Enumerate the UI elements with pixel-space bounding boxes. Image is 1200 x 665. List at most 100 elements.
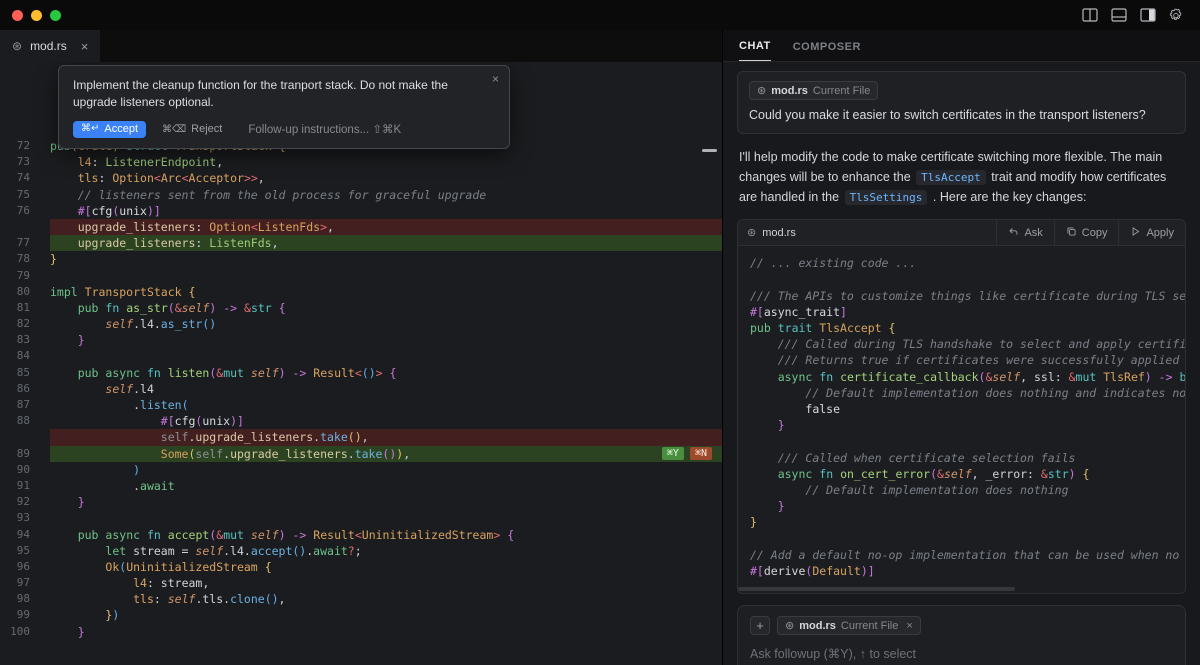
line-number: 98 bbox=[0, 591, 50, 607]
chat-code-block: ⊛ mod.rs AskCopyApply // ... existing co… bbox=[737, 219, 1186, 594]
line-number: 80 bbox=[0, 284, 50, 300]
chat-conversation[interactable]: ⊛ mod.rs Current File Could you make it … bbox=[723, 62, 1200, 665]
code-line: 74 tls: Option<Arc<Acceptor>>, bbox=[0, 170, 722, 186]
hscrollbar-thumb[interactable] bbox=[738, 587, 1015, 591]
line-number bbox=[0, 219, 50, 235]
editor-scrollbar-thumb[interactable] bbox=[702, 149, 717, 152]
chat-input-field[interactable]: Ask followup (⌘Y), ↑ to select bbox=[750, 646, 1173, 661]
chip-filename: mod.rs bbox=[771, 85, 808, 97]
app-window: ⊛ mod.rs × × Implement the cleanup funct… bbox=[0, 0, 1200, 665]
code-line: 94 pub async fn accept(&mut self) -> Res… bbox=[0, 527, 722, 543]
editor-code: 72pub(crate) struct TransportStack {73 l… bbox=[0, 138, 722, 640]
code-line: 97 l4: stream, bbox=[0, 575, 722, 591]
code-block-line: // Add a default no-op implementation th… bbox=[750, 547, 1173, 563]
line-number: 83 bbox=[0, 332, 50, 348]
code-block-line: } bbox=[750, 498, 1173, 514]
code-line: 83 } bbox=[0, 332, 722, 348]
code-editor[interactable]: × Implement the cleanup function for the… bbox=[0, 62, 722, 665]
ask-icon bbox=[1008, 226, 1019, 240]
input-current-file-chip[interactable]: ⊛ mod.rs Current File × bbox=[777, 616, 921, 635]
chip-close-icon[interactable]: × bbox=[906, 620, 912, 632]
accept-button[interactable]: ⌘↵ Accept bbox=[73, 121, 146, 138]
diff-accept-badge[interactable]: ⌘Y bbox=[662, 447, 684, 460]
prompt-close-icon[interactable]: × bbox=[492, 72, 499, 86]
code-line: 84 bbox=[0, 348, 722, 364]
user-message: ⊛ mod.rs Current File Could you make it … bbox=[737, 71, 1186, 134]
copy-icon bbox=[1066, 226, 1077, 240]
ask-button[interactable]: Ask bbox=[996, 220, 1053, 245]
copy-button[interactable]: Copy bbox=[1054, 220, 1119, 245]
line-number: 96 bbox=[0, 559, 50, 575]
code-block-line bbox=[750, 530, 1173, 546]
code-line: 80impl TransportStack { bbox=[0, 284, 722, 300]
action-label: Apply bbox=[1146, 227, 1174, 239]
diff-reject-badge[interactable]: ⌘N bbox=[690, 447, 712, 460]
code-line: 81 pub fn as_str(&self) -> &str { bbox=[0, 300, 722, 316]
close-window-button[interactable] bbox=[12, 10, 23, 21]
chat-input-box: + ⊛ mod.rs Current File × Ask followup (… bbox=[737, 605, 1186, 665]
chip-note: Current File bbox=[813, 85, 870, 97]
line-number: 93 bbox=[0, 510, 50, 526]
code-block-line bbox=[750, 271, 1173, 287]
line-number: 84 bbox=[0, 348, 50, 364]
code-block-header: ⊛ mod.rs AskCopyApply bbox=[738, 220, 1185, 246]
code-block-file-label: mod.rs bbox=[762, 227, 796, 239]
chat-tabs: CHAT COMPOSER bbox=[723, 30, 1200, 62]
add-context-button[interactable]: + bbox=[750, 616, 770, 635]
line-number: 100 bbox=[0, 624, 50, 640]
split-editor-icon[interactable] bbox=[1082, 8, 1098, 22]
editor-tab-bar: ⊛ mod.rs × bbox=[0, 30, 722, 62]
code-block-hscrollbar bbox=[738, 585, 1185, 593]
code-line-removed: self.upgrade_listeners.take(), bbox=[0, 429, 722, 445]
current-file-chip[interactable]: ⊛ mod.rs Current File bbox=[749, 81, 878, 100]
code-line: 85 pub async fn listen(&mut self) -> Res… bbox=[0, 365, 722, 381]
code-line: 99 }) bbox=[0, 607, 722, 623]
tab-close-icon[interactable]: × bbox=[81, 39, 89, 54]
reject-button[interactable]: ⌘⌫ Reject bbox=[162, 123, 222, 135]
line-number: 76 bbox=[0, 203, 50, 219]
accept-label: Accept bbox=[104, 123, 138, 135]
code-block-line: /// Called during TLS handshake to selec… bbox=[750, 336, 1173, 352]
apply-icon bbox=[1130, 226, 1141, 240]
toggle-sidebar-icon[interactable] bbox=[1140, 8, 1156, 22]
editor-pane: ⊛ mod.rs × × Implement the cleanup funct… bbox=[0, 30, 723, 665]
code-line: 78} bbox=[0, 251, 722, 267]
code-block-line: // Default implementation does nothing a… bbox=[750, 385, 1173, 401]
line-number: 74 bbox=[0, 170, 50, 186]
inline-code-token: TlsSettings bbox=[845, 190, 928, 205]
code-line: 96 Ok(UninitializedStream { bbox=[0, 559, 722, 575]
code-line: 79 bbox=[0, 268, 722, 284]
minimize-window-button[interactable] bbox=[31, 10, 42, 21]
chat-tab-composer[interactable]: COMPOSER bbox=[793, 41, 861, 61]
reject-shortcut: ⌘⌫ bbox=[162, 124, 186, 135]
line-number: 79 bbox=[0, 268, 50, 284]
code-block-line: } bbox=[750, 417, 1173, 433]
reject-label: Reject bbox=[191, 123, 222, 135]
line-number: 94 bbox=[0, 527, 50, 543]
code-block-line: // Default implementation does nothing bbox=[750, 482, 1173, 498]
code-line: 93 bbox=[0, 510, 722, 526]
action-label: Ask bbox=[1024, 227, 1042, 239]
code-line: 86 self.l4 bbox=[0, 381, 722, 397]
code-block-line: #[async_trait] bbox=[750, 304, 1173, 320]
code-line: 91 .await bbox=[0, 478, 722, 494]
line-number: 81 bbox=[0, 300, 50, 316]
code-line: 76 #[cfg(unix)] bbox=[0, 203, 722, 219]
code-block-body: // ... existing code .../// The APIs to … bbox=[738, 246, 1185, 585]
code-line: 75 // listeners sent from the old proces… bbox=[0, 187, 722, 203]
settings-gear-icon[interactable] bbox=[1169, 8, 1184, 23]
line-number: 87 bbox=[0, 397, 50, 413]
apply-button[interactable]: Apply bbox=[1118, 220, 1185, 245]
followup-instructions-input[interactable]: Follow-up instructions... ⇧⌘K bbox=[248, 122, 401, 136]
code-block-line: pub trait TlsAccept { bbox=[750, 320, 1173, 336]
code-line: 100 } bbox=[0, 624, 722, 640]
zoom-window-button[interactable] bbox=[50, 10, 61, 21]
code-block-line: /// Returns true if certificates were su… bbox=[750, 352, 1173, 368]
tab-mod-rs[interactable]: ⊛ mod.rs × bbox=[0, 30, 100, 62]
chat-tab-chat[interactable]: CHAT bbox=[739, 40, 771, 61]
code-line: 87 .listen( bbox=[0, 397, 722, 413]
code-block-line: false bbox=[750, 401, 1173, 417]
toggle-panel-icon[interactable] bbox=[1111, 8, 1127, 22]
line-number bbox=[0, 429, 50, 445]
code-block-line: /// Called when certificate selection fa… bbox=[750, 450, 1173, 466]
